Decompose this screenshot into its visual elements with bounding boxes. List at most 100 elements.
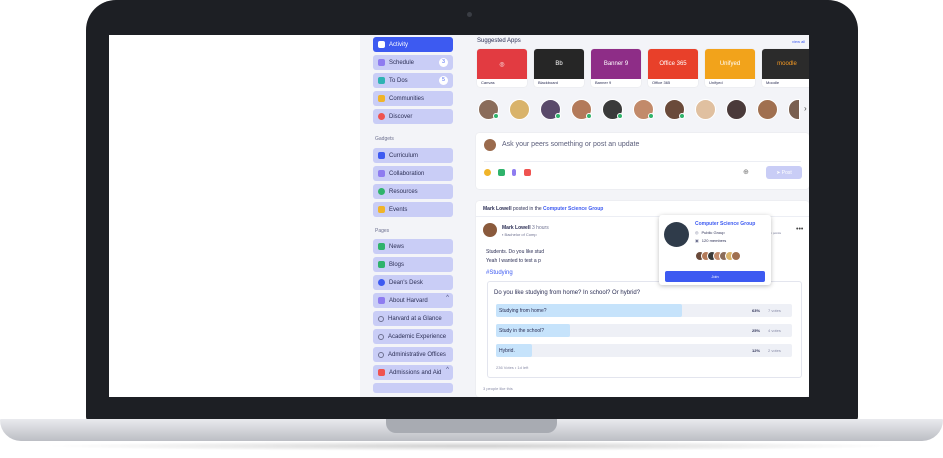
sidebar-item-label: Academic Experience (388, 333, 447, 340)
sidebar-item-label: Events (389, 206, 408, 213)
sidebar-item-discover[interactable]: Discover (373, 109, 453, 124)
online-dot (679, 113, 685, 119)
poll-option[interactable]: Hybrid. 12% 2 votes (496, 344, 792, 357)
sidebar-item-administrative-offices[interactable]: Administrative Offices (373, 347, 453, 362)
people-icon: ▣ (695, 238, 699, 243)
join-button[interactable]: Join (665, 271, 765, 282)
group-avatar (664, 222, 689, 247)
sidebar-item-label: Administrative Offices (388, 351, 446, 358)
sidebar-item-label: Resources (389, 188, 418, 195)
more-options-icon[interactable]: ••• (796, 226, 803, 233)
app-tile-banner[interactable]: Banner 9 Banner 9 (591, 49, 641, 87)
document-icon (378, 152, 385, 159)
divider (484, 161, 801, 162)
post-button[interactable]: ➤ Post (766, 166, 802, 179)
avatar (484, 139, 496, 151)
avatar[interactable] (664, 99, 685, 120)
globe-icon: ◎ (695, 230, 699, 235)
post-header: Mark Lowell posted in the Computer Scien… (483, 206, 603, 212)
avatar[interactable] (478, 99, 499, 120)
view-all-link[interactable]: view all (792, 39, 805, 44)
laptop-shadow (40, 441, 903, 451)
sidebar-item-admissions-and-aid[interactable]: Admissions and Aid ^ (373, 365, 453, 380)
graduation-cap-icon (378, 369, 385, 376)
sidebar-item-about-harvard[interactable]: About Harvard ^ (373, 293, 453, 308)
poll-footer: 236 Votes • 1d left (496, 365, 529, 370)
sidebar-item-blogs[interactable]: Blogs (373, 257, 453, 272)
moodle-logo-icon: moodle (762, 49, 809, 79)
image-icon[interactable] (498, 169, 505, 176)
sidebar-item-label: To Dos (389, 77, 408, 84)
avatar[interactable] (757, 99, 778, 120)
avatar[interactable] (633, 99, 654, 120)
sidebar-item-news[interactable]: News (373, 239, 453, 254)
sidebar-item-activity[interactable]: Activity (373, 37, 453, 52)
poll-option[interactable]: Study in the school? 25% 4 votes (496, 324, 792, 337)
avatar[interactable] (540, 99, 561, 120)
checklist-icon (378, 77, 385, 84)
author-name[interactable]: Mark Lowell 3 hours (502, 225, 549, 231)
poll-votes: 4 votes (768, 328, 781, 333)
poll-icon[interactable] (524, 169, 531, 176)
sidebar-item-resources[interactable]: Resources (373, 184, 453, 199)
avatar[interactable] (571, 99, 592, 120)
sidebar-item-collaboration[interactable]: Collaboration (373, 166, 453, 181)
avatar[interactable] (788, 99, 800, 120)
sidebar-item-curriculum[interactable]: Curriculum (373, 148, 453, 163)
circle-icon (378, 315, 384, 322)
poll-question: Do you like studying from home? In schoo… (494, 290, 641, 296)
poll: Do you like studying from home? In schoo… (487, 281, 802, 378)
app-tile-office365[interactable]: Office 365 Office 365 (648, 49, 698, 87)
avatar[interactable] (509, 99, 530, 120)
unifyed-logo-icon: Unifyed (705, 49, 755, 79)
post-group-link[interactable]: Computer Science Group (543, 206, 603, 212)
group-members: ▣ 120 members (695, 238, 727, 243)
poll-option-label: Hybrid. (499, 348, 515, 354)
avatar[interactable] (483, 223, 497, 237)
avatar[interactable] (602, 99, 623, 120)
emoji-icon[interactable] (484, 169, 491, 176)
app-screen: Activity Schedule 3 To Dos 5 Communities… (109, 35, 809, 397)
sidebar-item-label: Collaboration (389, 170, 425, 177)
banner-logo-icon: Banner 9 (591, 49, 641, 79)
app-name: Blackboard (538, 80, 559, 85)
poll-percent: 63% (752, 308, 761, 313)
blackboard-logo-icon: Bb (534, 49, 584, 79)
sidebar-item-communities[interactable]: Communities (373, 91, 453, 106)
sidebar-item-academic-experience[interactable]: Academic Experience (373, 329, 453, 344)
avatar[interactable] (695, 99, 716, 120)
sidebar-item-deans-desk[interactable]: Dean's Desk (373, 275, 453, 290)
post-author-link[interactable]: Mark Lowell (483, 206, 512, 212)
app-tile-blackboard[interactable]: Bb Blackboard (534, 49, 584, 87)
hashtag-link[interactable]: #Studying (486, 270, 513, 276)
group-name[interactable]: Computer Science Group (695, 221, 755, 227)
sidebar-item-more[interactable] (373, 383, 453, 393)
gear-icon (378, 188, 385, 195)
sidebar-item-harvard-at-a-glance[interactable]: Harvard at a Glance (373, 311, 453, 326)
chevron-up-icon: ^ (446, 367, 449, 373)
sidebar-item-events[interactable]: Events (373, 202, 453, 217)
app-tile-unifyed[interactable]: Unifyed Unifyed (705, 49, 755, 87)
app-tile-moodle[interactable]: moodle Moodle (762, 49, 809, 87)
sidebar-item-label: Discover (389, 113, 413, 120)
camera-icon (467, 12, 472, 17)
sidebar-item-label: Activity (389, 41, 409, 48)
newspaper-icon (378, 243, 385, 250)
sidebar-item-todos[interactable]: To Dos 5 (373, 73, 453, 88)
poll-option[interactable]: Studying from home? 63% 7 votes (496, 304, 792, 317)
composer-input[interactable]: Ask your peers something or post an upda… (502, 141, 639, 148)
online-dot (648, 113, 654, 119)
post-text: Students. Do you like stud (486, 249, 545, 255)
app-tile-canvas[interactable]: ◎ Canvas (477, 49, 527, 87)
left-blank-panel (109, 35, 360, 397)
attachment-icon[interactable] (512, 169, 516, 176)
calendar-icon (378, 206, 385, 213)
sidebar-item-schedule[interactable]: Schedule 3 (373, 55, 453, 70)
poll-option-label: Study in the school? (499, 328, 545, 334)
sidebar-item-label: Schedule (389, 59, 415, 66)
globe-icon[interactable]: ⊕ (743, 168, 749, 176)
likes-count[interactable]: 3 people like this (483, 386, 513, 391)
avatar[interactable] (726, 99, 747, 120)
chevron-right-icon[interactable]: › (804, 104, 807, 113)
people-icon (378, 95, 385, 102)
